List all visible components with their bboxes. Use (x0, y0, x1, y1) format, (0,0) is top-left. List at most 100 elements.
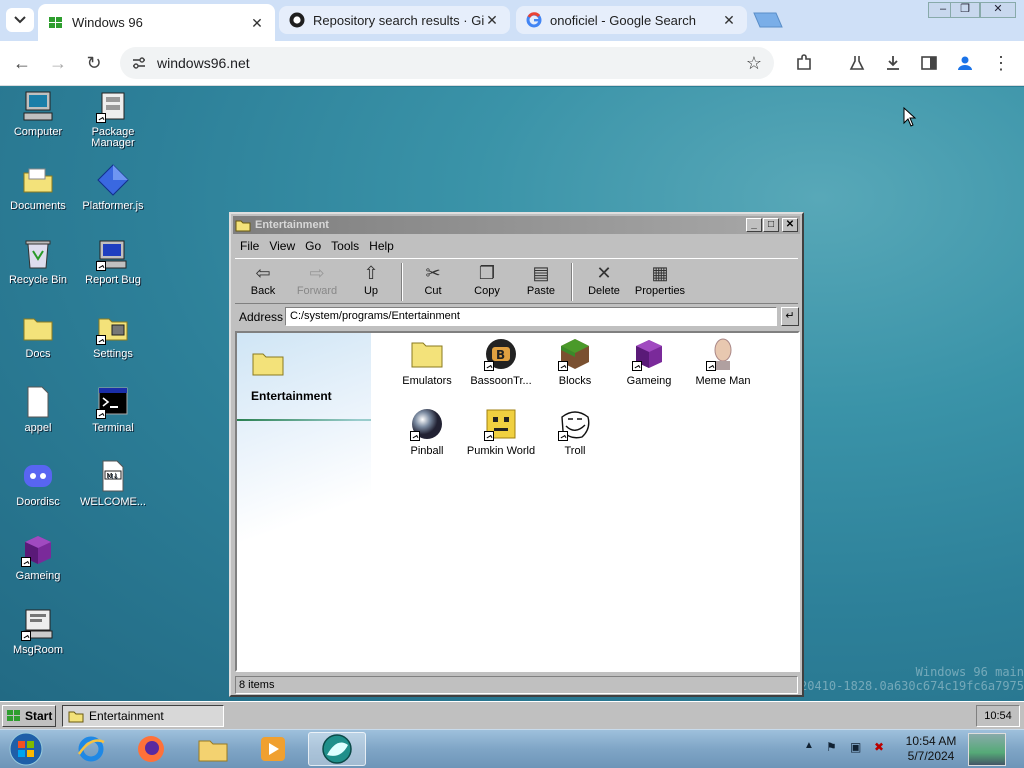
menu-tools[interactable]: Tools (331, 239, 359, 253)
github-icon (289, 12, 305, 28)
window-titlebar[interactable]: Entertainment _ □ ✕ (233, 216, 800, 234)
site-settings-icon[interactable] (128, 52, 150, 74)
menu-file[interactable]: File (240, 239, 259, 253)
desktop-icon-computer[interactable]: Computer (1, 89, 75, 138)
delete-button[interactable]: ✕ Delete (577, 261, 631, 297)
minimize-button[interactable]: _ (746, 218, 762, 232)
file-item-emulators[interactable]: Emulators (390, 337, 464, 387)
folder-icon (252, 353, 284, 376)
download-icon[interactable] (882, 52, 904, 74)
settings-folder-icon (96, 311, 130, 345)
file-item-pumkin-world[interactable]: Pumkin World (464, 407, 538, 457)
go-arrow-icon[interactable]: ↵ (781, 307, 799, 326)
file-item-meme-man[interactable]: Meme Man (686, 337, 760, 387)
file-item-gameing[interactable]: Gameing (612, 337, 686, 387)
properties-icon: ▦ (651, 263, 669, 283)
svg-text:M↓: M↓ (107, 472, 119, 480)
pumkin-face-icon (484, 407, 518, 441)
back-icon[interactable]: ← (10, 51, 34, 75)
desktop-icon-terminal[interactable]: Terminal (76, 385, 150, 434)
forward-button[interactable]: ⇨ Forward (290, 261, 344, 297)
action-center-flag-icon[interactable]: ⚑ (826, 740, 837, 754)
side-panel-icon[interactable] (918, 52, 940, 74)
file-item-bassoontracker[interactable]: B BassoonTr... (464, 337, 538, 387)
folder-icon (410, 337, 444, 371)
extensions-icon[interactable] (793, 52, 815, 74)
desktop-icon-msgroom[interactable]: MsgRoom (1, 607, 75, 656)
up-button[interactable]: ⇧ Up (344, 261, 398, 297)
internet-explorer-icon (77, 736, 105, 762)
menu-view[interactable]: View (269, 239, 295, 253)
status-bar: 8 items (235, 676, 798, 694)
file-item-blocks[interactable]: Blocks (538, 337, 612, 387)
address-bar[interactable]: windows96.net ☆ (120, 47, 774, 79)
volume-muted-icon[interactable]: ✖ (874, 740, 884, 754)
desktop-icon-package-manager[interactable]: Package Manager (76, 89, 150, 149)
forward-icon[interactable]: → (46, 51, 70, 75)
close-icon[interactable]: ✕ (721, 12, 737, 28)
close-icon[interactable]: ✕ (249, 15, 265, 31)
back-button[interactable]: ⇦ Back (236, 261, 290, 297)
host-taskbar: ▲ ⚑ ▣ ✖ 10:54 AM 5/7/2024 (0, 729, 1024, 768)
tab-search-button[interactable] (6, 8, 34, 32)
taskbar-chrome-window[interactable] (308, 732, 366, 766)
close-icon[interactable]: ✕ (484, 12, 500, 28)
reload-icon[interactable]: ↻ (82, 51, 106, 75)
taskbar-explorer[interactable] (186, 732, 240, 766)
desktop-icon-appel[interactable]: appel (1, 385, 75, 434)
desktop-icon-welcome[interactable]: M↓ WELCOME... (76, 459, 150, 508)
folder-icon (21, 163, 55, 197)
menu-help[interactable]: Help (369, 239, 394, 253)
tab-github[interactable]: Repository search results · GitHub ✕ (279, 6, 510, 34)
bookmark-star-icon[interactable]: ☆ (746, 53, 762, 74)
desktop-icon-doordisc[interactable]: Doordisc (1, 459, 75, 508)
new-tab-icon[interactable] (752, 12, 784, 28)
desktop-icon-docs[interactable]: Docs (1, 311, 75, 360)
taskbar-item-entertainment[interactable]: Entertainment (62, 705, 224, 727)
cut-button[interactable]: ✂ Cut (406, 261, 460, 297)
copy-icon: ❐ (478, 263, 496, 283)
paste-icon: ▤ (532, 263, 550, 283)
start-button[interactable]: Start (2, 705, 56, 727)
menu-go[interactable]: Go (305, 239, 321, 253)
profile-icon[interactable] (954, 52, 976, 74)
grass-block-icon (558, 337, 592, 371)
windows-start-orb-icon[interactable] (6, 730, 46, 768)
file-item-pinball[interactable]: Pinball (390, 407, 464, 457)
tab-google-search[interactable]: onoficiel - Google Search ✕ (516, 6, 747, 34)
recycle-bin-icon (21, 237, 55, 271)
shortcut-arrow-icon (632, 361, 642, 371)
desktop-icon-gameing[interactable]: Gameing (1, 533, 75, 582)
menu-bar: File View Go Tools Help (235, 236, 798, 256)
paste-button[interactable]: ▤ Paste (514, 261, 568, 297)
desktop-icon-recycle-bin[interactable]: Recycle Bin (1, 237, 75, 286)
system-clock[interactable]: 10:54 AM 5/7/2024 (896, 734, 966, 764)
close-button[interactable]: ✕ (782, 218, 798, 232)
taskbar-media-player[interactable] (246, 732, 300, 766)
desktop-icon-settings[interactable]: Settings (76, 311, 150, 360)
browser-tab-strip: Windows 96 ✕ Repository search results ·… (0, 0, 1024, 41)
close-window-button[interactable]: ✕ (980, 2, 1016, 18)
restore-button[interactable]: ❐ (950, 2, 980, 18)
menu-kebab-icon[interactable]: ⋮ (990, 52, 1012, 74)
network-icon[interactable]: ▣ (850, 740, 861, 754)
taskbar-firefox[interactable] (124, 732, 178, 766)
show-hidden-icons[interactable]: ▲ (804, 740, 814, 751)
windows96-favicon-icon (48, 15, 64, 31)
labs-flask-icon[interactable] (846, 52, 868, 74)
maximize-button[interactable]: □ (763, 218, 779, 232)
mouse-cursor-icon (903, 107, 917, 127)
desktop-icon-platformer[interactable]: Platformer.js (76, 163, 150, 212)
address-input[interactable]: C:/system/programs/Entertainment (285, 307, 777, 326)
file-item-troll[interactable]: Troll (538, 407, 612, 457)
copy-button[interactable]: ❐ Copy (460, 261, 514, 297)
tab-windows96[interactable]: Windows 96 ✕ (38, 4, 275, 41)
show-desktop-button[interactable] (968, 733, 1006, 766)
desktop-icon-documents[interactable]: Documents (1, 163, 75, 212)
tab-title: Repository search results · GitHub (313, 12, 484, 28)
chevron-down-icon (14, 16, 26, 24)
properties-button[interactable]: ▦ Properties (631, 261, 689, 297)
desktop-icon-report-bug[interactable]: Report Bug (76, 237, 150, 286)
pinball-ball-icon (410, 407, 444, 441)
taskbar-internet-explorer[interactable] (64, 732, 118, 766)
